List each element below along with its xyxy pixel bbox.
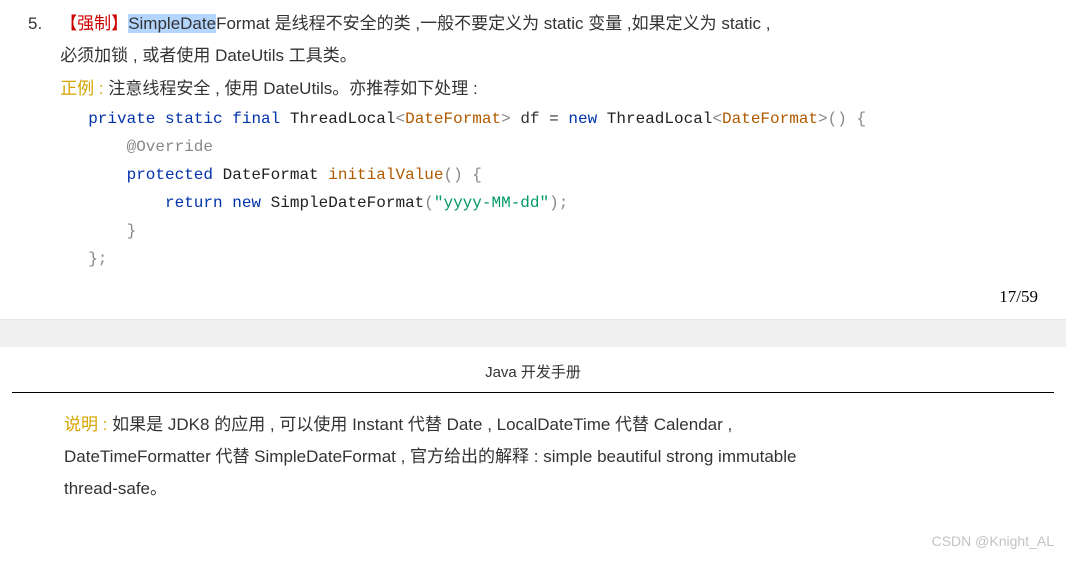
page-header-title: Java 开发手册 bbox=[12, 347, 1054, 393]
note-line-3: thread-safe。 bbox=[64, 473, 1002, 505]
rule-text-line-2: 必须加锁 , 或者使用 DateUtils 工具类。 bbox=[60, 40, 1042, 72]
rule-section: 5. 【强制】SimpleDateFormat 是线程不安全的类 ,一般不要定义… bbox=[0, 0, 1066, 277]
rule-item-5: 5. 【强制】SimpleDateFormat 是线程不安全的类 ,一般不要定义… bbox=[24, 8, 1042, 273]
rule-body: 【强制】SimpleDateFormat 是线程不安全的类 ,一般不要定义为 s… bbox=[60, 8, 1042, 273]
example-label: 正例 : bbox=[60, 79, 103, 98]
watermark: CSDN @Knight_AL bbox=[932, 528, 1054, 555]
code-line-2: @Override bbox=[88, 133, 1042, 161]
highlighted-text[interactable]: SimpleDate bbox=[128, 14, 216, 33]
note-section: 说明 : 如果是 JDK8 的应用 , 可以使用 Instant 代替 Date… bbox=[0, 393, 1066, 514]
rule-text-1: 是线程不安全的类 ,一般不要定义为 static 变量 ,如果定义为 stati… bbox=[270, 14, 771, 33]
document-viewport: 5. 【强制】SimpleDateFormat 是线程不安全的类 ,一般不要定义… bbox=[0, 0, 1066, 561]
code-line-3: protected DateFormat initialValue() { bbox=[88, 161, 1042, 189]
example-line: 正例 : 注意线程安全 , 使用 DateUtils。亦推荐如下处理 : bbox=[60, 73, 1042, 105]
code-line-6: }; bbox=[88, 245, 1042, 273]
mandatory-tag: 【强制】 bbox=[60, 14, 128, 33]
code-line-4: return new SimpleDateFormat("yyyy-MM-dd"… bbox=[88, 189, 1042, 217]
rule-word-rest: Format bbox=[216, 14, 270, 33]
example-text: 注意线程安全 , 使用 DateUtils。亦推荐如下处理 : bbox=[104, 79, 478, 98]
note-label: 说明 : bbox=[64, 415, 107, 434]
rule-text-line-1: 【强制】SimpleDateFormat 是线程不安全的类 ,一般不要定义为 s… bbox=[60, 8, 1042, 40]
code-block: private static final ThreadLocal<DateFor… bbox=[60, 105, 1042, 273]
note-line-2: DateTimeFormatter 代替 SimpleDateFormat , … bbox=[64, 441, 1002, 473]
rule-number: 5. bbox=[24, 8, 42, 273]
page-break bbox=[0, 319, 1066, 347]
note-line-1: 说明 : 如果是 JDK8 的应用 , 可以使用 Instant 代替 Date… bbox=[64, 409, 1002, 441]
note-text-1: 如果是 JDK8 的应用 , 可以使用 Instant 代替 Date , Lo… bbox=[107, 415, 732, 434]
code-line-1: private static final ThreadLocal<DateFor… bbox=[88, 105, 1042, 133]
code-line-5: } bbox=[88, 217, 1042, 245]
page-number: 17/59 bbox=[0, 277, 1066, 319]
